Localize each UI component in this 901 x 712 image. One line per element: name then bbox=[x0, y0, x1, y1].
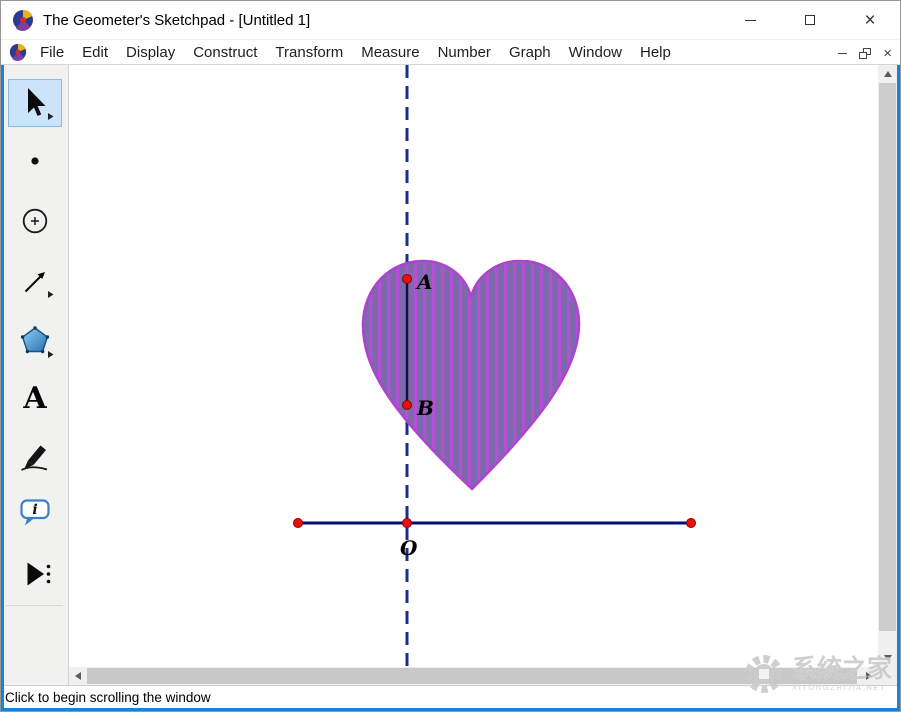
flyout-indicator-icon bbox=[48, 291, 54, 298]
point-a[interactable] bbox=[402, 274, 412, 284]
toolbox: A i bbox=[1, 65, 69, 685]
menu-construct[interactable]: Construct bbox=[184, 40, 266, 64]
menu-edit[interactable]: Edit bbox=[73, 40, 117, 64]
app-window: The Geometer's Sketchpad - [Untitled 1] … bbox=[0, 0, 901, 712]
window-border-right bbox=[897, 65, 900, 711]
window-border-left bbox=[1, 65, 4, 711]
mdi-restore-button[interactable] bbox=[859, 47, 872, 59]
label-b[interactable]: B bbox=[416, 396, 434, 420]
text-tool[interactable]: A bbox=[8, 375, 62, 423]
compass-tool[interactable] bbox=[8, 197, 62, 245]
straightedge-tool[interactable] bbox=[8, 257, 62, 305]
line-icon bbox=[24, 274, 43, 293]
play-triangle-icon bbox=[27, 562, 44, 586]
mdi-child-controls: × bbox=[838, 40, 892, 66]
menu-transform[interactable]: Transform bbox=[266, 40, 352, 64]
window-border-bottom bbox=[1, 708, 900, 711]
sketch-drawing: A B O bbox=[293, 65, 696, 667]
arrow-cursor-icon bbox=[28, 88, 46, 116]
toolbar-separator bbox=[6, 605, 63, 606]
vertical-scroll-thumb[interactable] bbox=[879, 83, 896, 631]
arrow-up-icon bbox=[883, 71, 892, 77]
minimize-button[interactable] bbox=[720, 1, 780, 39]
mdi-minimize-icon bbox=[838, 52, 848, 54]
scroll-up-button[interactable] bbox=[878, 65, 897, 83]
marker-pen-icon bbox=[21, 445, 48, 471]
minimize-icon bbox=[744, 19, 756, 21]
point-b[interactable] bbox=[402, 400, 412, 410]
status-message: Click to begin scrolling the window bbox=[5, 690, 211, 705]
close-button[interactable]: × bbox=[840, 1, 900, 39]
selection-arrow-tool[interactable] bbox=[8, 79, 62, 127]
watermark: 系统之家 XITONGZHIJIA.NET bbox=[741, 651, 892, 697]
caption-buttons: × bbox=[720, 1, 900, 39]
label-a[interactable]: A bbox=[415, 270, 433, 294]
point-right-endpoint[interactable] bbox=[686, 518, 696, 528]
vertical-scrollbar[interactable] bbox=[878, 65, 897, 667]
info-i-icon: i bbox=[32, 502, 37, 518]
scroll-left-button[interactable] bbox=[69, 667, 87, 685]
watermark-gear-icon bbox=[744, 655, 783, 693]
mdi-minimize-button[interactable] bbox=[838, 52, 848, 54]
custom-tools[interactable] bbox=[8, 549, 62, 597]
menu-number[interactable]: Number bbox=[429, 40, 500, 64]
arrow-left-icon bbox=[75, 672, 81, 680]
title-bar: The Geometer's Sketchpad - [Untitled 1] … bbox=[1, 1, 900, 39]
point-o[interactable] bbox=[402, 518, 412, 528]
point-tool[interactable] bbox=[8, 137, 62, 185]
menu-measure[interactable]: Measure bbox=[352, 40, 428, 64]
mdi-close-button[interactable]: × bbox=[883, 46, 892, 61]
menu-file[interactable]: File bbox=[31, 40, 73, 64]
flyout-indicator-icon bbox=[48, 113, 54, 120]
pentagon-icon bbox=[21, 327, 49, 353]
maximize-icon bbox=[805, 15, 815, 25]
heart-figure[interactable] bbox=[361, 259, 581, 491]
window-title: The Geometer's Sketchpad - [Untitled 1] bbox=[43, 11, 311, 29]
menu-window[interactable]: Window bbox=[560, 40, 631, 64]
watermark-subtitle: XITONGZHIJIA.NET bbox=[791, 682, 887, 692]
polygon-tool[interactable] bbox=[8, 317, 62, 365]
point-icon bbox=[31, 157, 39, 165]
flyout-indicator-icon bbox=[48, 351, 54, 358]
information-tool[interactable]: i bbox=[8, 490, 62, 538]
point-left-endpoint[interactable] bbox=[293, 518, 303, 528]
text-tool-letter-icon: A bbox=[23, 381, 47, 416]
watermark-text: 系统之家 XITONGZHIJIA.NET bbox=[791, 655, 892, 692]
document-mini-icon bbox=[9, 43, 27, 61]
ellipsis-dots-icon bbox=[46, 564, 51, 584]
marker-tool[interactable] bbox=[8, 432, 62, 480]
plus-icon bbox=[31, 217, 39, 225]
label-o[interactable]: O bbox=[400, 536, 418, 560]
watermark-title: 系统之家 bbox=[791, 655, 892, 684]
menu-display[interactable]: Display bbox=[117, 40, 184, 64]
maximize-button[interactable] bbox=[780, 1, 840, 39]
menu-help[interactable]: Help bbox=[631, 40, 680, 64]
close-icon: × bbox=[864, 9, 876, 31]
mdi-restore-icon-front bbox=[859, 51, 868, 59]
app-icon bbox=[12, 9, 34, 31]
menu-graph[interactable]: Graph bbox=[500, 40, 560, 64]
menu-bar: File Edit Display Construct Transform Me… bbox=[1, 39, 900, 65]
sketch-canvas[interactable]: A B O bbox=[69, 65, 878, 667]
